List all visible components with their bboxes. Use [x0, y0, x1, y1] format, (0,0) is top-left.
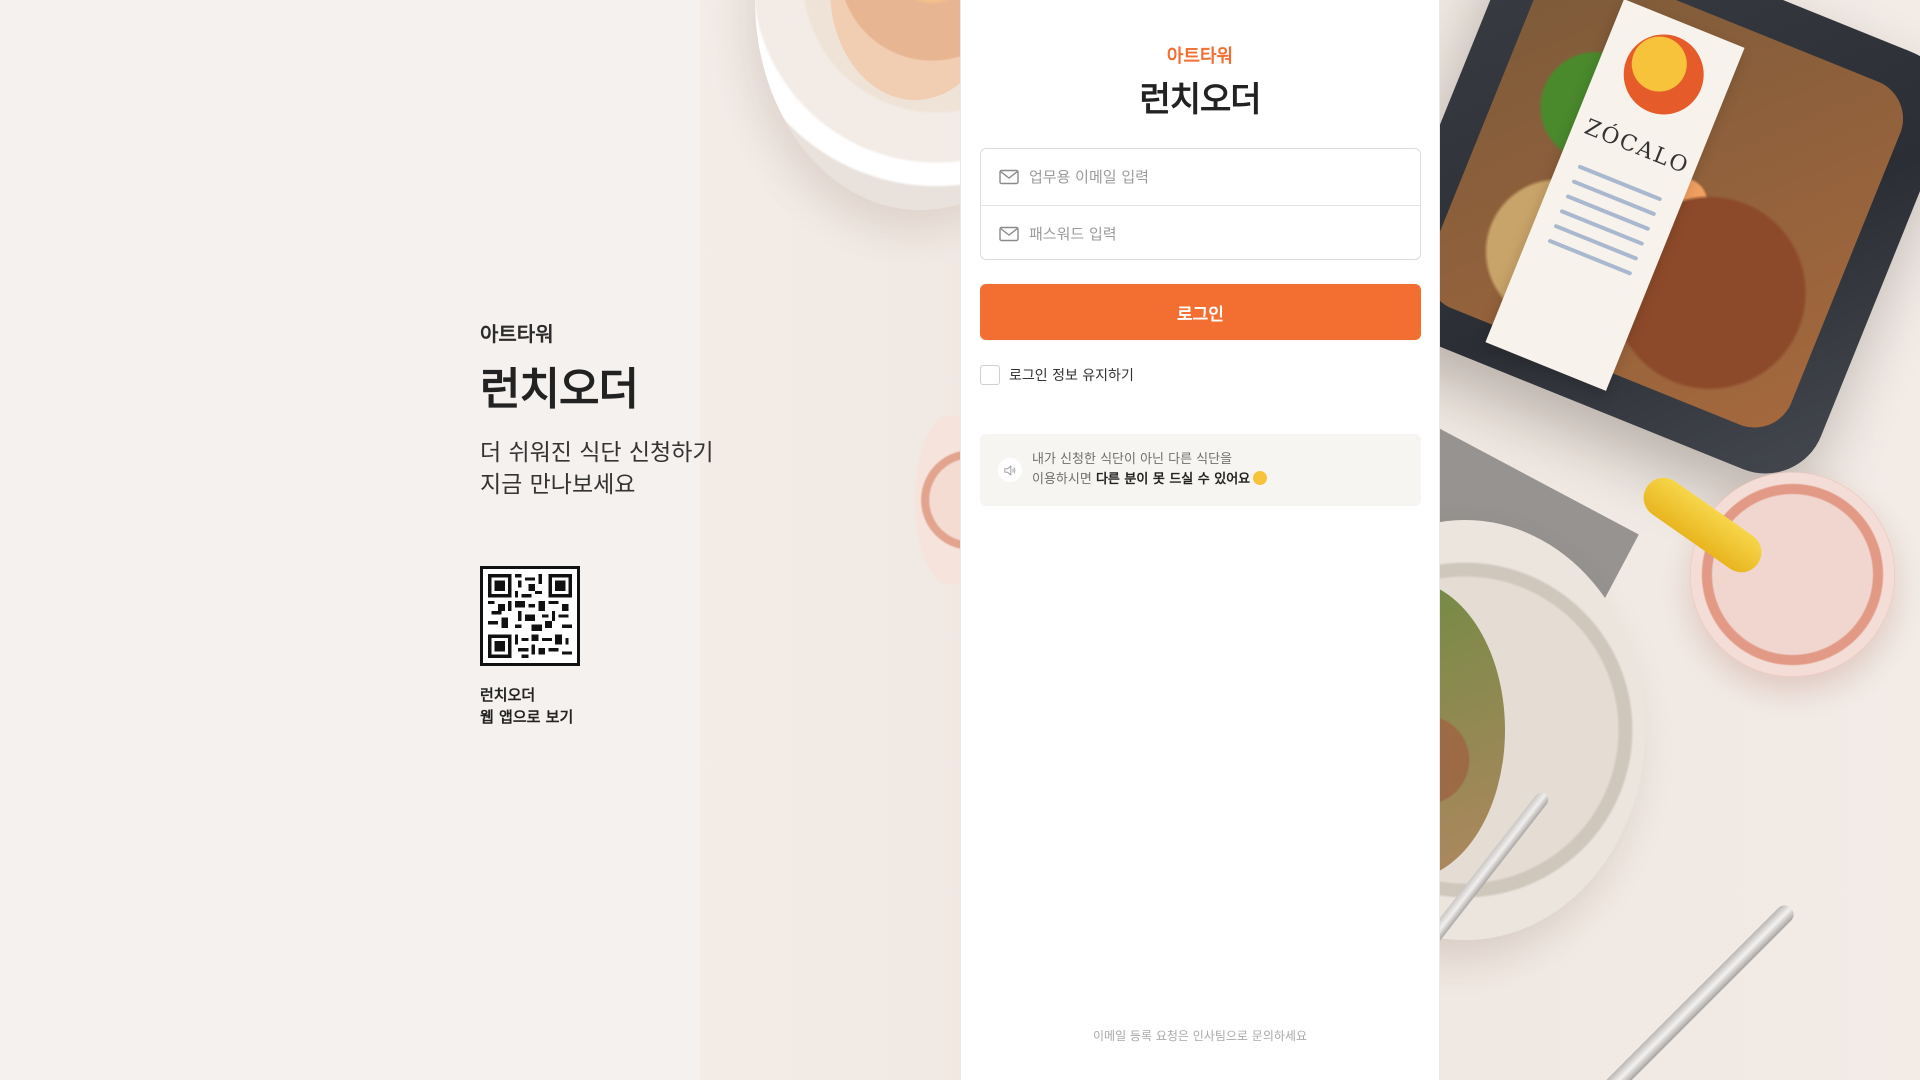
login-form	[980, 148, 1421, 260]
qr-caption-line1: 런치오더	[480, 686, 536, 704]
login-org: 아트타워	[1166, 46, 1234, 67]
remember-login[interactable]: 로그인 정보 유지하기	[980, 365, 1134, 385]
password-field-row	[981, 205, 1420, 259]
promo-subtitle: 더 쉬워진 식단 신청하기 지금 만나보세요	[480, 437, 714, 501]
speaker-icon	[998, 458, 1022, 482]
promo-org: 아트타워	[480, 322, 554, 346]
knife-image	[1600, 901, 1798, 1080]
password-input[interactable]	[1029, 224, 1389, 243]
drink-glass-image	[1690, 472, 1895, 677]
footer-note: 이메일 등록 요청은 인사팀으로 문의하세요	[1093, 1029, 1307, 1043]
qr-code-icon	[488, 574, 572, 658]
promo-title: 런치오더	[480, 364, 639, 415]
mail-icon	[999, 226, 1019, 242]
email-field-row	[981, 149, 1420, 205]
notice-line1: 내가 신청한 식단이 아닌 다른 식단을	[1032, 452, 1233, 467]
qr-caption-line2: 웹 앱으로 보기	[480, 708, 574, 726]
notice-line2: 이용하시면 다른 분이 못 드실 수 있어요	[1032, 470, 1268, 490]
notice-box: 내가 신청한 식단이 아닌 다른 식단을 이용하시면 다른 분이 못 드실 수 …	[980, 434, 1421, 506]
remember-label: 로그인 정보 유지하기	[1009, 368, 1134, 384]
promo-subtitle-line1: 더 쉬워진 식단 신청하기	[480, 440, 714, 466]
notice-line2-bold: 다른 분이 못 드실 수 있어요	[1095, 472, 1251, 487]
promo-subtitle-line2: 지금 만나보세요	[480, 472, 636, 498]
notice-line2-prefix: 이용하시면	[1032, 472, 1096, 487]
background-left-panel	[0, 0, 700, 1080]
remember-checkbox[interactable]	[980, 365, 1000, 385]
mail-icon	[999, 169, 1019, 185]
qr-caption: 런치오더 웹 앱으로 보기	[480, 684, 573, 728]
login-button[interactable]: 로그인	[980, 284, 1421, 340]
worried-face-emoji-icon	[1253, 471, 1268, 485]
promo-section: 아트타워 런치오더 더 쉬워진 식단 신청하기 지금 만나보세요	[480, 318, 714, 501]
login-app-name: 런치오더	[1139, 80, 1261, 120]
notice-text: 내가 신청한 식단이 아닌 다른 식단을 이용하시면 다른 분이 못 드실 수 …	[1032, 450, 1268, 490]
login-panel: 아트타워 런치오더 로그인 로그인 정보 유지하기 내가 신청한 식단이 아닌 …	[960, 0, 1440, 1080]
qr-code	[480, 566, 580, 666]
email-input[interactable]	[1029, 168, 1389, 186]
